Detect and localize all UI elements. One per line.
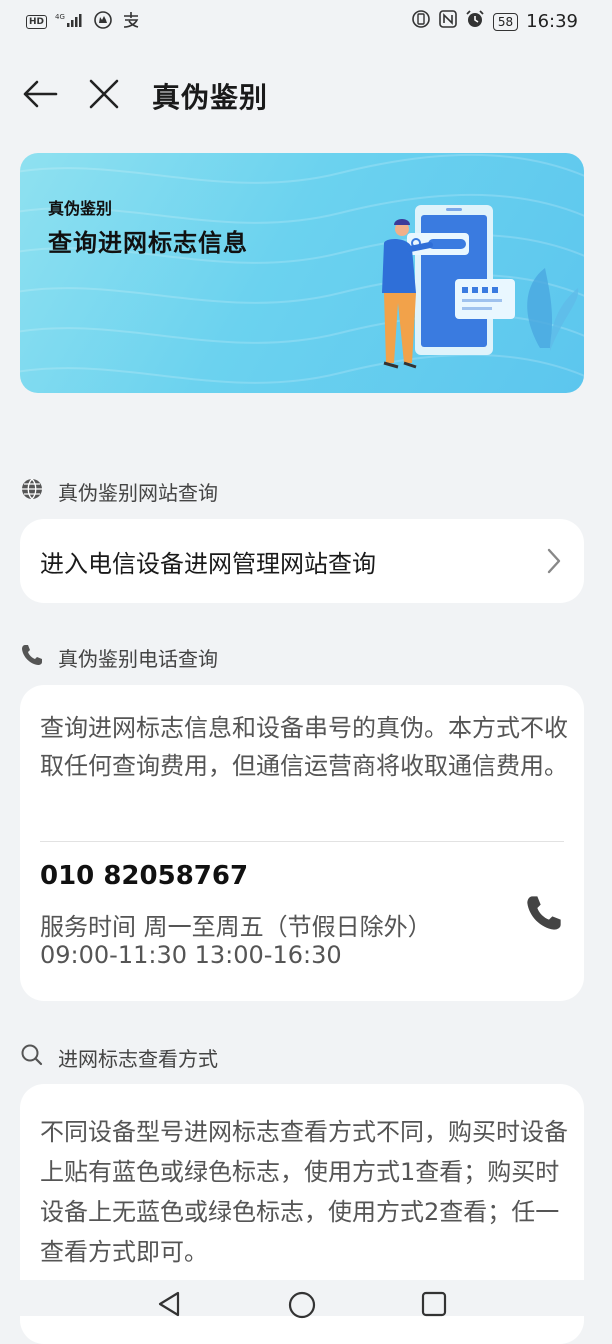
chevron-right-icon bbox=[546, 547, 562, 579]
banner-illustration bbox=[382, 205, 579, 369]
vibrate-icon bbox=[411, 9, 431, 34]
phone-section-label: 真伪鉴别电话查询 bbox=[20, 643, 218, 672]
app-icon bbox=[93, 10, 113, 34]
view-section-title: 进网标志查看方式 bbox=[58, 1047, 218, 1071]
status-left: HD 4G bbox=[26, 10, 141, 34]
status-bar: HD 4G 58 16:39 bbox=[0, 0, 612, 44]
close-icon[interactable] bbox=[84, 74, 124, 114]
nfc-icon bbox=[439, 10, 457, 33]
clock: 16:39 bbox=[526, 11, 578, 32]
banner: 真伪鉴别 查询进网标志信息 bbox=[20, 153, 584, 393]
hd-icon: HD bbox=[26, 15, 48, 29]
svg-text:4G: 4G bbox=[55, 13, 65, 21]
globe-icon bbox=[20, 477, 44, 506]
phone-section-title: 真伪鉴别电话查询 bbox=[58, 647, 218, 671]
banner-title: 查询进网标志信息 bbox=[48, 229, 248, 257]
service-hours-times: 09:00-11:30 13:00-16:30 bbox=[40, 941, 342, 969]
arrow-left-icon[interactable] bbox=[20, 74, 60, 114]
battery-icon: 58 bbox=[492, 12, 519, 31]
top-bar: 真伪鉴别 bbox=[0, 60, 612, 126]
website-section-label: 真伪鉴别网站查询 bbox=[20, 477, 218, 506]
phone-description: 查询进网标志信息和设备串号的真伪。本方式不收取任何查询费用，但通信运营商将收取通… bbox=[40, 714, 568, 780]
banner-subtitle: 真伪鉴别 bbox=[48, 199, 113, 218]
nav-home-icon[interactable] bbox=[287, 1290, 317, 1324]
alarm-icon bbox=[465, 9, 485, 34]
phone-card: 查询进网标志信息和设备串号的真伪。本方式不收取任何查询费用，但通信运营商将收取通… bbox=[20, 685, 584, 1001]
view-section-label: 进网标志查看方式 bbox=[20, 1043, 218, 1072]
signal-icon: 4G bbox=[55, 12, 85, 32]
call-icon[interactable] bbox=[524, 893, 564, 933]
nav-recents-icon[interactable] bbox=[420, 1290, 448, 1322]
page-title: 真伪鉴别 bbox=[152, 81, 269, 114]
alipay-icon bbox=[121, 10, 141, 34]
divider bbox=[40, 841, 564, 842]
website-link-row[interactable]: 进入电信设备进网管理网站查询 bbox=[20, 519, 584, 603]
phone-icon bbox=[20, 643, 44, 672]
service-hours-days: 服务时间 周一至周五（节假日除外） bbox=[40, 913, 432, 941]
phone-number[interactable]: 010 82058767 bbox=[40, 861, 248, 891]
search-icon bbox=[20, 1043, 44, 1072]
website-link-label: 进入电信设备进网管理网站查询 bbox=[40, 550, 376, 578]
nav-back-icon[interactable] bbox=[156, 1290, 182, 1322]
view-method-description: 不同设备型号进网标志查看方式不同，购买时设备上贴有蓝色或绿色标志，使用方式1查看… bbox=[40, 1118, 568, 1266]
navigation-bar bbox=[0, 1280, 612, 1319]
website-section-title: 真伪鉴别网站查询 bbox=[58, 481, 218, 505]
status-right: 58 16:39 bbox=[411, 9, 578, 34]
